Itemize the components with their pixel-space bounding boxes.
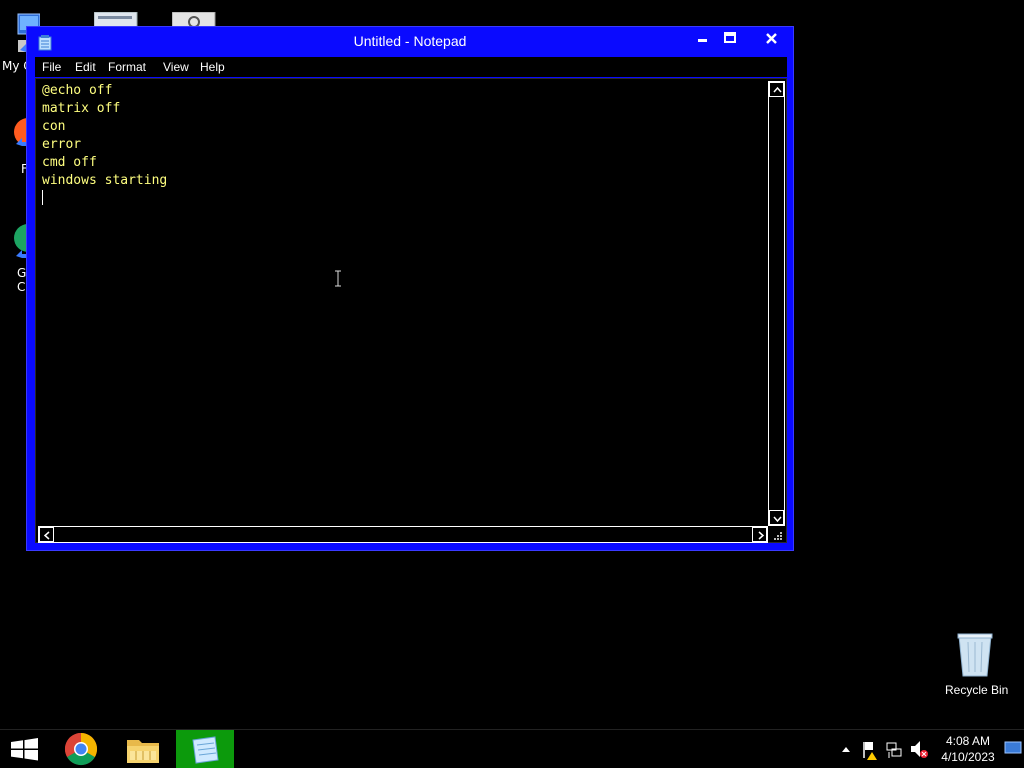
chrome-label: G C (17, 266, 27, 294)
chevron-right-icon (758, 531, 765, 540)
start-icon (11, 738, 38, 761)
chevron-up-icon (773, 86, 782, 93)
show-desktop-icon[interactable] (1004, 740, 1022, 756)
maximize-button[interactable] (717, 27, 743, 49)
system-clock[interactable]: 4:08 AM 4/10/2023 (940, 733, 996, 765)
window-title: Untitled - Notepad (353, 33, 467, 49)
chevron-down-icon (773, 516, 782, 523)
chevron-up-icon (842, 747, 850, 752)
network-icon[interactable] (885, 730, 903, 768)
scroll-down-button[interactable] (769, 510, 784, 525)
minimize-icon (698, 39, 707, 42)
close-icon (766, 33, 777, 44)
notepad-window[interactable]: Untitled - Notepad File Edit Format View… (26, 26, 794, 551)
clock-date: 4/10/2023 (941, 750, 995, 764)
editor-area: @echo off matrix off con error cmd off w… (35, 78, 787, 543)
text-editor[interactable]: @echo off matrix off con error cmd off w… (42, 82, 762, 522)
scroll-right-button[interactable] (752, 527, 767, 542)
close-button[interactable] (749, 27, 795, 49)
action-center-flag-icon[interactable] (861, 730, 879, 768)
title-bar[interactable]: Untitled - Notepad (27, 27, 793, 57)
text-cursor-icon (335, 270, 341, 287)
recycle-bin-icon (957, 633, 993, 677)
taskbar-file-explorer[interactable] (118, 730, 168, 768)
resize-grip-icon[interactable] (769, 527, 785, 543)
recycle-bin-desktop-icon[interactable] (953, 630, 997, 680)
volume-muted-icon[interactable] (909, 730, 929, 768)
chevron-left-icon (43, 531, 50, 540)
recycle-bin-label: Recycle Bin (945, 683, 1009, 697)
menu-bar: File Edit Format View Help (35, 57, 787, 77)
scroll-left-button[interactable] (39, 527, 54, 542)
text-caret (42, 190, 43, 205)
notepad-icon (192, 736, 219, 764)
start-button[interactable] (0, 730, 50, 768)
maximize-icon (724, 32, 736, 43)
menu-help[interactable]: Help (200, 60, 225, 74)
file-explorer-icon (127, 740, 159, 763)
vertical-scrollbar[interactable] (768, 81, 785, 526)
menu-format[interactable]: Format (108, 60, 146, 74)
horizontal-scrollbar[interactable] (38, 526, 768, 543)
scroll-up-button[interactable] (769, 82, 784, 97)
taskbar: 4:08 AM 4/10/2023 (0, 729, 1024, 768)
taskbar-chrome[interactable] (58, 730, 104, 768)
clock-time: 4:08 AM (945, 734, 991, 748)
chrome-icon (64, 732, 98, 766)
menu-view[interactable]: View (163, 60, 189, 74)
taskbar-notepad[interactable] (176, 730, 234, 768)
menu-edit[interactable]: Edit (75, 60, 96, 74)
minimize-button[interactable] (689, 27, 715, 49)
menu-file[interactable]: File (42, 60, 61, 74)
editor-text: @echo off matrix off con error cmd off w… (42, 83, 168, 188)
show-hidden-icons-button[interactable] (840, 730, 852, 768)
